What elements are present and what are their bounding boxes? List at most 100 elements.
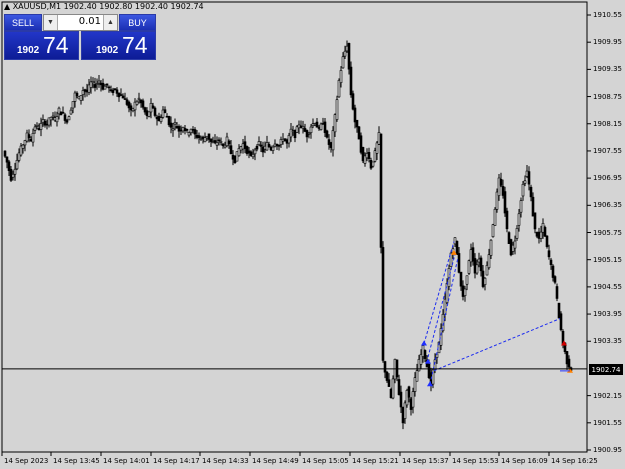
candle-body bbox=[407, 386, 411, 398]
y-tick-label: 1903.35 bbox=[593, 337, 622, 346]
x-tick-label: 14 Sep 2023 bbox=[4, 457, 49, 465]
candle-body bbox=[351, 93, 355, 110]
candle-body bbox=[325, 130, 329, 138]
candle-body bbox=[187, 132, 191, 136]
candle-body bbox=[225, 136, 229, 147]
candle-body bbox=[533, 212, 537, 230]
triangle-up-icon[interactable]: ▲ bbox=[4, 2, 10, 11]
candle-body bbox=[551, 265, 555, 278]
candle-body bbox=[189, 128, 193, 133]
candle-body bbox=[233, 155, 237, 163]
candle-body bbox=[341, 56, 345, 69]
candle-body bbox=[157, 116, 161, 122]
candle-body bbox=[467, 260, 471, 274]
candle-body bbox=[223, 144, 227, 148]
chevron-up-icon[interactable]: ▲ bbox=[103, 15, 117, 30]
candle-body bbox=[39, 123, 43, 130]
candle-body bbox=[383, 361, 387, 373]
candle-body bbox=[503, 191, 507, 214]
candle-body bbox=[105, 83, 109, 86]
candle-body bbox=[219, 141, 223, 143]
candle-body bbox=[73, 92, 77, 102]
candle-body bbox=[143, 107, 147, 113]
candle-body bbox=[67, 116, 71, 121]
candle-body bbox=[149, 103, 153, 113]
candle-body bbox=[339, 70, 343, 83]
candle-body bbox=[159, 117, 163, 122]
chevron-down-icon[interactable]: ▼ bbox=[44, 15, 58, 30]
candle-body bbox=[411, 391, 415, 408]
x-tick-label: 14 Sep 13:45 bbox=[53, 457, 100, 465]
candle-body bbox=[517, 213, 521, 226]
candle-body bbox=[13, 168, 17, 175]
candle-body bbox=[257, 141, 261, 145]
y-tick-label: 1906.95 bbox=[593, 174, 622, 183]
candle-body bbox=[391, 378, 395, 399]
candle-body bbox=[93, 84, 97, 88]
candle-body bbox=[463, 288, 467, 296]
y-tick-label: 1909.95 bbox=[593, 38, 622, 47]
x-tick-label: 14 Sep 14:49 bbox=[252, 457, 299, 465]
candle-body bbox=[71, 101, 75, 109]
candle-body bbox=[87, 84, 91, 93]
candle-body bbox=[335, 99, 339, 120]
candle-body bbox=[63, 114, 67, 121]
candle-body bbox=[131, 108, 135, 112]
sell-price-display[interactable]: 1902 74 bbox=[4, 31, 79, 60]
candle-body bbox=[349, 66, 353, 96]
candle-body bbox=[519, 200, 523, 213]
candle-body bbox=[11, 174, 15, 178]
candle-body bbox=[49, 116, 53, 121]
candle-body bbox=[81, 90, 85, 95]
candle-body bbox=[539, 231, 543, 239]
chart-window[interactable]: ▲ XAUUSD,M1 1902.40 1902.80 1902.40 1902… bbox=[0, 0, 625, 469]
candle-body bbox=[33, 126, 37, 131]
candle-body bbox=[127, 101, 131, 109]
candle-body bbox=[153, 107, 157, 116]
candle-body bbox=[319, 123, 323, 130]
candle-body bbox=[15, 160, 19, 170]
lot-size-input[interactable]: 0.01 bbox=[58, 16, 103, 27]
candle-body bbox=[83, 89, 87, 92]
candle-body bbox=[289, 128, 293, 138]
x-tick-label: 14 Sep 14:33 bbox=[202, 457, 249, 465]
candle-body bbox=[227, 140, 231, 145]
candle-body bbox=[99, 82, 103, 86]
candle-body bbox=[255, 145, 259, 150]
candle-body bbox=[169, 122, 173, 128]
y-tick-label: 1902.15 bbox=[593, 391, 622, 400]
y-tick-label: 1905.75 bbox=[593, 228, 622, 237]
candle-body bbox=[547, 250, 551, 258]
candle-body bbox=[545, 235, 549, 247]
candle-body bbox=[221, 143, 225, 146]
y-tick-label: 1909.35 bbox=[593, 65, 622, 74]
candle-body bbox=[415, 370, 419, 382]
candle-body bbox=[527, 171, 531, 185]
buy-button[interactable]: BUY bbox=[119, 14, 156, 31]
candle-body bbox=[247, 150, 251, 154]
candle-body bbox=[181, 127, 185, 132]
sell-button[interactable]: SELL bbox=[4, 14, 42, 31]
buy-price-display[interactable]: 1902 74 bbox=[81, 31, 156, 60]
candle-body bbox=[89, 81, 93, 88]
candle-body bbox=[559, 313, 563, 331]
candle-body bbox=[491, 224, 495, 238]
sell-price-pips: 74 bbox=[43, 32, 69, 58]
candle-body bbox=[147, 111, 151, 117]
plot-frame bbox=[1, 1, 588, 453]
candle-body bbox=[403, 402, 407, 419]
candle-body bbox=[235, 151, 239, 162]
candle-body bbox=[549, 259, 553, 265]
candle-body bbox=[523, 180, 527, 184]
candle-body bbox=[277, 144, 281, 147]
candle-body bbox=[145, 110, 149, 116]
candle-body bbox=[301, 126, 305, 129]
candle-body bbox=[121, 95, 125, 99]
candle-body bbox=[135, 101, 139, 105]
candle-body bbox=[5, 156, 9, 163]
sell-price-main: 1902 bbox=[17, 45, 40, 56]
lot-size-stepper[interactable]: ▼ 0.01 ▲ bbox=[43, 14, 118, 31]
candle-body bbox=[243, 141, 247, 149]
price-chart[interactable] bbox=[0, 0, 625, 469]
candle-body bbox=[27, 134, 31, 139]
